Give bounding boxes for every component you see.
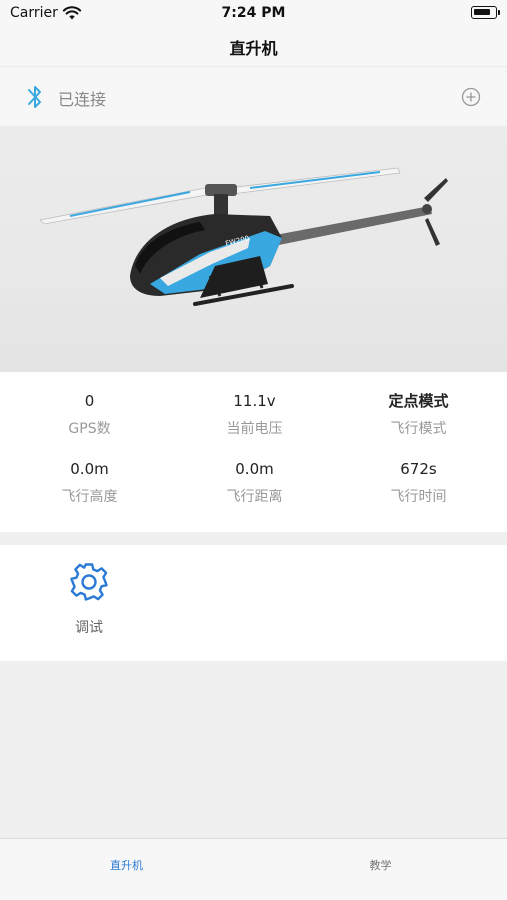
debug-button[interactable]: 调试 <box>54 561 124 637</box>
stat-label: GPS数 <box>68 421 111 437</box>
stat-value: 672s <box>400 460 437 478</box>
stat-label: 飞行时间 <box>390 489 447 505</box>
stat-flight-mode: 定点模式 飞行模式 <box>334 390 503 438</box>
stat-value: 0.0m <box>70 460 109 478</box>
stat-voltage: 11.1v 当前电压 <box>170 390 339 438</box>
helicopter-image: FW200 <box>39 167 448 306</box>
stat-label: 飞行距离 <box>226 489 283 505</box>
tab-bar: 直升机 教学 <box>0 838 507 900</box>
stat-gps-count: 0 GPS数 <box>5 390 174 438</box>
stat-label: 飞行高度 <box>61 489 118 505</box>
bluetooth-icon <box>28 86 41 108</box>
add-device-icon[interactable] <box>461 87 481 107</box>
connection-status: 已连接 <box>58 90 107 109</box>
tools-panel: 调试 <box>0 545 507 661</box>
tab-helicopter[interactable]: 直升机 <box>0 839 253 900</box>
stat-label: 飞行模式 <box>390 421 447 437</box>
flight-stats-panel: 0 GPS数 11.1v 当前电压 定点模式 飞行模式 0.0m 飞行高度 0.… <box>0 372 507 532</box>
gear-icon <box>70 563 108 601</box>
stat-value: 0 <box>84 392 95 410</box>
bluetooth-connection-row[interactable]: 已连接 <box>0 66 507 126</box>
stat-flight-time: 672s 飞行时间 <box>334 458 503 506</box>
stat-flight-altitude: 0.0m 飞行高度 <box>5 458 174 506</box>
navigation-bar: 直升机 <box>0 28 507 66</box>
page-title: 直升机 <box>229 39 278 58</box>
stat-value: 定点模式 <box>388 392 449 410</box>
helicopter-image-area: FW200 <box>0 126 507 372</box>
status-time: 7:24 PM <box>221 5 286 21</box>
status-bar: Carrier 7:24 PM <box>0 0 507 28</box>
stat-label: 当前电压 <box>226 421 283 437</box>
battery-icon <box>471 6 500 19</box>
debug-label: 调试 <box>75 620 103 636</box>
stat-flight-distance: 0.0m 飞行距离 <box>170 458 339 506</box>
tab-tutorial[interactable]: 教学 <box>254 839 507 900</box>
stat-value: 11.1v <box>233 392 276 410</box>
stat-value: 0.0m <box>235 460 274 478</box>
